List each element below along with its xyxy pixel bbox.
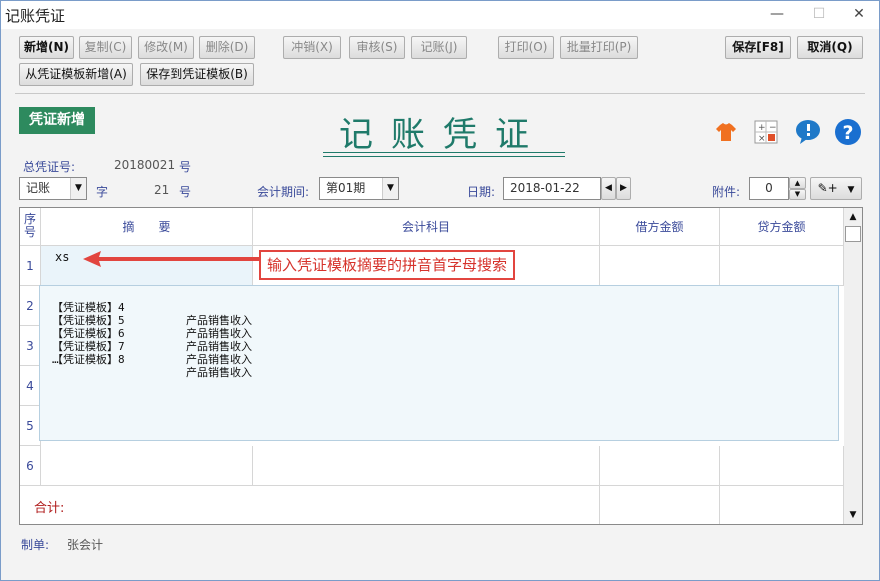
account-header: 会计科目 (253, 208, 600, 246)
row-number: 3 (20, 326, 41, 366)
attachment-count-field[interactable]: 0 (749, 177, 789, 200)
stepper-down-icon[interactable]: ▼ (789, 189, 806, 200)
reverse-button[interactable]: 冲销(X) (283, 36, 341, 59)
voucher-number-unit: 号 (179, 185, 192, 199)
calculator-icon[interactable]: + − × (751, 117, 781, 147)
summary-input[interactable]: xs (55, 250, 69, 264)
period-value: 第01期 (326, 181, 366, 195)
list-item[interactable]: 【凭证模板】8 产品销售收入 (52, 340, 838, 379)
date-prev-icon[interactable]: ◀ (601, 177, 616, 200)
annotation-note: 输入凭证模板摘要的拼音首字母搜索 (259, 250, 516, 280)
save-button[interactable]: 保存[F8] (725, 36, 791, 59)
table-scrollbar[interactable]: ▲ ▼ (844, 207, 863, 525)
shirt-icon[interactable] (711, 117, 741, 147)
period-select[interactable]: 第01期 ▼ (319, 177, 399, 200)
template-desc: 产品销售收入 (186, 366, 252, 379)
title-bar: 记账凭证 — ☐ ✕ (1, 1, 879, 29)
chevron-down-icon[interactable]: ▼ (70, 178, 86, 199)
scroll-thumb[interactable] (845, 226, 861, 242)
date-label: 日期: (467, 185, 496, 199)
save-to-template-button[interactable]: 保存到凭证模板(B) (140, 63, 254, 86)
row-number: 6 (20, 446, 41, 486)
debit-cell[interactable] (600, 246, 720, 286)
stepper-up-icon[interactable]: ▲ (789, 177, 806, 189)
attachment-label: 附件: (712, 185, 741, 199)
scroll-up-icon[interactable]: ▲ (845, 209, 861, 225)
help-icon[interactable]: ? (833, 117, 863, 147)
print-button[interactable]: 打印(O) (498, 36, 554, 59)
period-label: 会计期间: (257, 185, 310, 199)
credit-header: 贷方金额 (720, 208, 844, 246)
row-number: 5 (20, 406, 41, 446)
chevron-down-icon[interactable]: ▼ (382, 178, 398, 199)
svg-text:+: + (758, 123, 766, 133)
total-no-unit: 号 (179, 160, 192, 174)
voucher-type-select[interactable]: 记账 ▼ (19, 177, 87, 200)
title-underline (323, 152, 565, 153)
cancel-button[interactable]: 取消(Q) (797, 36, 863, 59)
window-title: 记账凭证 (5, 7, 66, 25)
debit-total (600, 486, 720, 524)
more-indicator: … (52, 353, 59, 366)
post-button[interactable]: 记账(J) (411, 36, 467, 59)
date-field[interactable]: 2018-01-22 (503, 177, 601, 200)
credit-cell[interactable] (720, 446, 844, 486)
voucher-number: 21 (154, 183, 170, 197)
add-button[interactable]: 新增(N) (19, 36, 74, 59)
total-no-label: 总凭证号: (23, 160, 76, 174)
voucher-title: 记账凭证 (339, 115, 547, 155)
template-suggestion-list: 【凭证模板】4 产品销售收入 【凭证模板】5 产品销售收入 【凭证模板】6 产品… (39, 285, 839, 441)
maker-value: 张会计 (67, 538, 104, 552)
chevron-down-icon: ▼ (847, 185, 855, 195)
total-row: 合计: (20, 486, 600, 524)
copy-button[interactable]: 复制(C) (79, 36, 132, 59)
zi-label: 字 (96, 185, 109, 199)
credit-cell[interactable] (720, 246, 844, 286)
arrow-icon (83, 251, 259, 267)
debit-cell[interactable] (600, 446, 720, 486)
list-item[interactable]: 【凭证模板】4 产品销售收入 (52, 288, 838, 327)
date-next-icon[interactable]: ▶ (616, 177, 631, 200)
total-label: 合计: (34, 501, 65, 516)
voucher-type-value: 记账 (26, 181, 51, 195)
summary-cell[interactable] (41, 446, 253, 486)
minimize-icon[interactable]: — (757, 3, 797, 25)
modify-button[interactable]: 修改(M) (138, 36, 194, 59)
debit-header: 借方金额 (600, 208, 720, 246)
new-from-template-button[interactable]: 从凭证模板新增(A) (19, 63, 133, 86)
list-item[interactable]: 【凭证模板】5 产品销售收入 (52, 301, 838, 340)
voucher-window: 记账凭证 — ☐ ✕ 新增(N) 复制(C) 修改(M) 删除(D) 冲销(X)… (0, 0, 880, 581)
attachment-count: 0 (765, 181, 773, 195)
attachment-button[interactable]: ✎+ ▼ (810, 177, 862, 200)
voucher-mode-badge: 凭证新增 (19, 107, 95, 134)
svg-text:×: × (758, 134, 766, 144)
paperclip-icon: ✎+ (817, 181, 838, 195)
credit-total (720, 486, 844, 524)
close-icon[interactable]: ✕ (839, 3, 879, 25)
account-cell[interactable] (253, 446, 600, 486)
seq-header: 序号 (20, 208, 41, 246)
maker-label: 制单: (21, 538, 50, 552)
delete-button[interactable]: 删除(D) (199, 36, 255, 59)
batch-print-button[interactable]: 批量打印(P) (560, 36, 638, 59)
date-value: 2018-01-22 (510, 181, 580, 195)
maximize-icon[interactable]: ☐ (799, 3, 839, 25)
title-underline-2 (323, 156, 565, 157)
audit-button[interactable]: 审核(S) (349, 36, 405, 59)
svg-text:?: ? (842, 122, 853, 144)
toolbar-divider (15, 93, 865, 94)
summary-header: 摘 要 (41, 208, 253, 246)
list-item[interactable]: 【凭证模板】6 产品销售收入 (52, 314, 838, 353)
svg-text:−: − (769, 123, 777, 133)
chat-icon[interactable] (793, 117, 823, 147)
list-item[interactable]: 【凭证模板】7 产品销售收入 (52, 327, 838, 366)
scroll-down-icon[interactable]: ▼ (845, 507, 861, 523)
row-number: 2 (20, 286, 41, 326)
total-no-value: 20180021 (114, 158, 176, 172)
row-number: 4 (20, 366, 41, 406)
row-number: 1 (20, 246, 41, 286)
